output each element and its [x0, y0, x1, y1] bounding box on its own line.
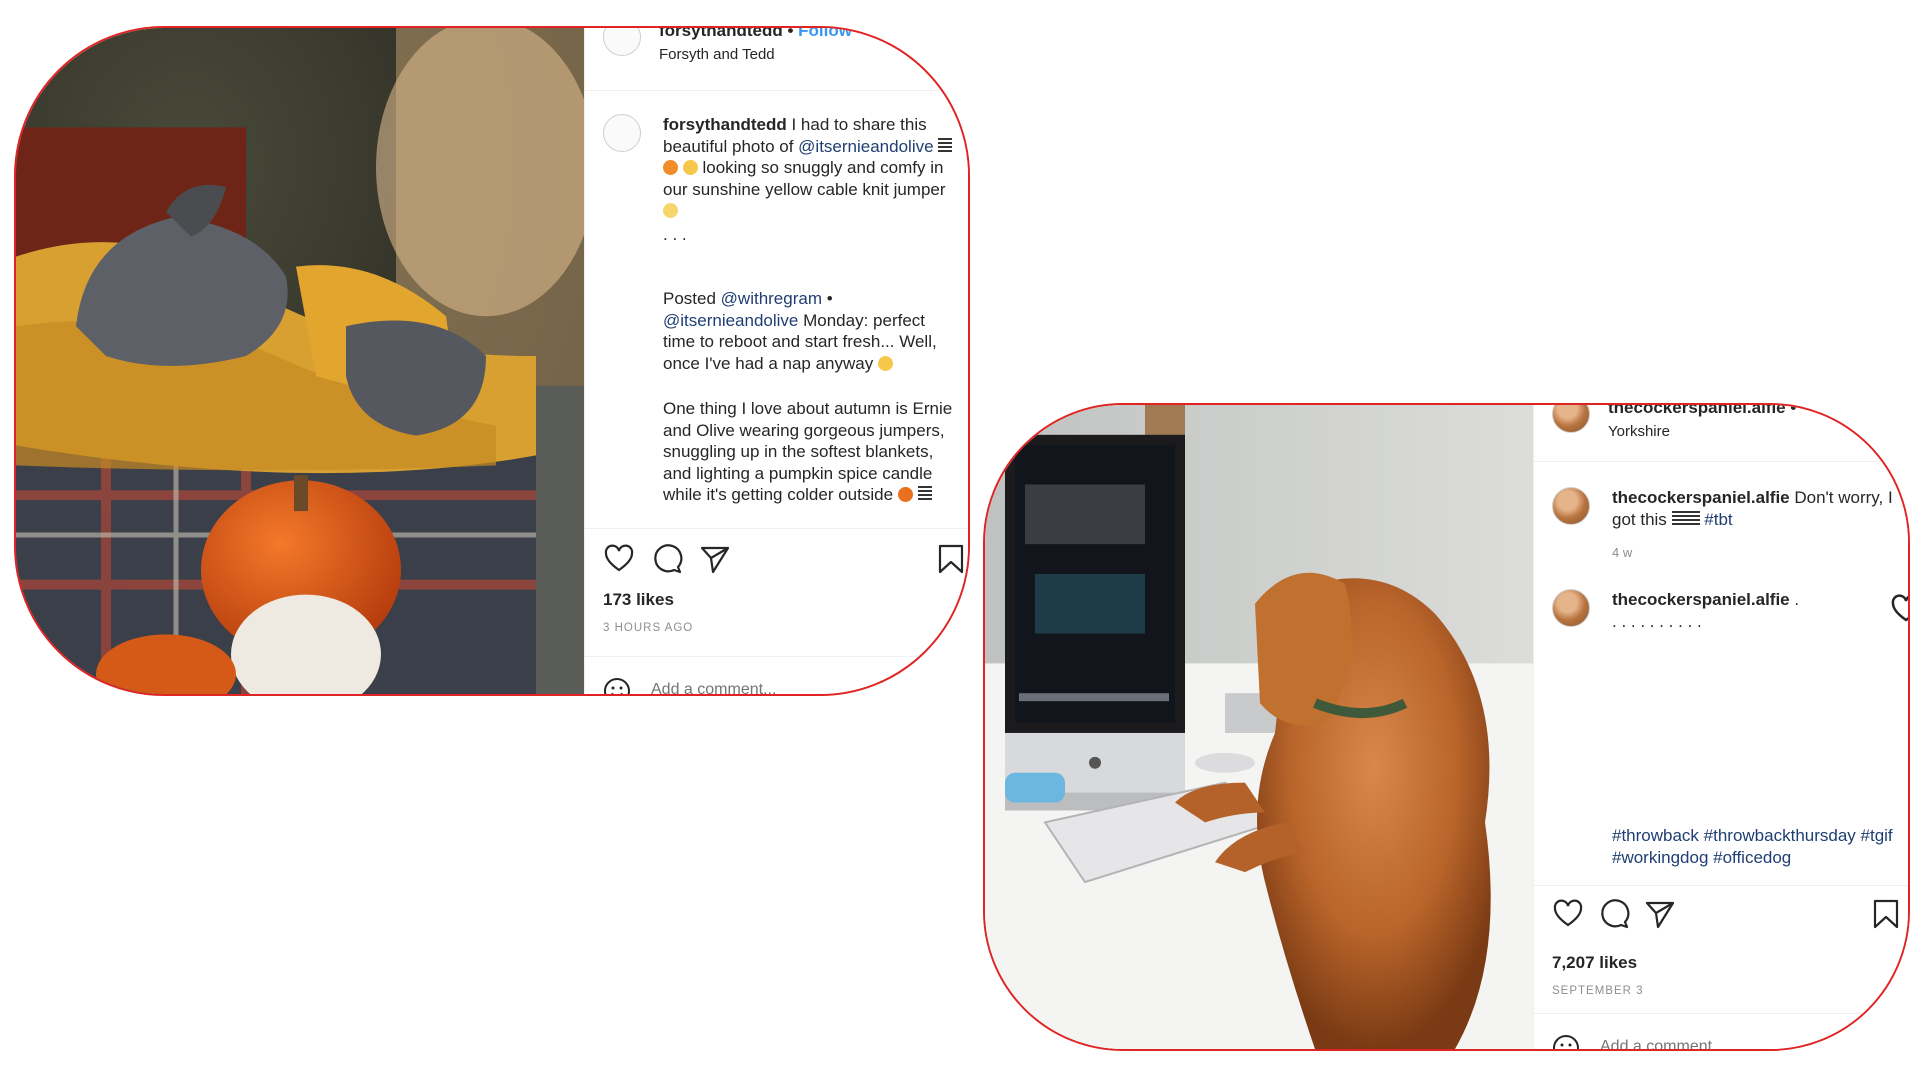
flag-emoji — [938, 137, 953, 154]
caption-dots: . . . — [663, 225, 687, 244]
mention-link[interactable]: @itsernieandolive — [663, 311, 798, 330]
comment-text: thecockerspaniel.alfie . — [1612, 590, 1800, 609]
post-photo-dog-sleeping[interactable] — [16, 28, 584, 694]
dot-separator: • — [787, 26, 799, 40]
pumpkin-emoji — [897, 487, 913, 502]
like-comment-heart-icon[interactable] — [1890, 593, 1908, 622]
caption-text: forsythandtedd I had to share this beaut… — [663, 114, 960, 222]
hashtag-link[interactable]: #tbt — [1704, 510, 1732, 529]
post-username[interactable]: thecockerspaniel.alfie — [1608, 405, 1786, 417]
comment-input[interactable] — [651, 681, 911, 694]
post-location[interactable]: Forsyth and Tedd — [659, 46, 775, 63]
comment-box — [585, 656, 968, 694]
avatar[interactable] — [1552, 405, 1590, 433]
action-bar — [585, 528, 968, 589]
bookmark-icon[interactable] — [1870, 898, 1902, 930]
avatar[interactable] — [603, 28, 641, 56]
heart-icon[interactable] — [1552, 898, 1584, 930]
action-bar — [1534, 885, 1908, 946]
post-header: thecockerspaniel.alfie • Yorkshire — [1534, 405, 1908, 462]
smiley-icon[interactable] — [603, 677, 631, 694]
flag-emoji — [917, 486, 932, 502]
caption-dots: . . . . . . . . . . — [1612, 612, 1702, 631]
comment-input[interactable] — [1600, 1038, 1860, 1049]
comment-icon[interactable] — [1598, 898, 1630, 930]
post-username[interactable]: forsythandtedd — [659, 28, 783, 40]
avatar[interactable] — [1552, 487, 1590, 525]
comment-box — [1534, 1013, 1908, 1049]
hashtag-list[interactable]: #throwback #throwbackthursday #tgif #wor… — [1612, 825, 1896, 868]
comment-username[interactable]: thecockerspaniel.alfie — [1612, 590, 1790, 609]
likes-count[interactable]: 7,207 likes — [1552, 953, 1637, 973]
share-icon[interactable] — [699, 543, 731, 575]
caption-age[interactable]: 4 w — [1612, 545, 1632, 560]
post-location[interactable]: Yorkshire — [1608, 423, 1670, 440]
likes-count[interactable]: 173 likes — [603, 590, 674, 610]
caption-username[interactable]: thecockerspaniel.alfie — [1612, 488, 1790, 507]
post-photo-dog-at-computer[interactable] — [985, 405, 1533, 1049]
caption-text: thecockerspaniel.alfie Don't worry, I go… — [1612, 488, 1893, 529]
caption-username[interactable]: forsythandtedd — [663, 115, 787, 134]
post-side-panel: thecockerspaniel.alfie • Yorkshire theco… — [1533, 405, 1908, 1049]
avatar[interactable] — [603, 114, 641, 152]
follow-button[interactable]: Follow — [798, 28, 852, 40]
caption-paragraph-2: One thing I love about autumn is Ernie a… — [663, 399, 953, 504]
sleepy-face-emoji — [877, 355, 893, 371]
repost-text: Posted @withregram • @itsernieandolive M… — [663, 289, 937, 373]
post-timestamp[interactable]: 3 HOURS AGO — [603, 622, 693, 634]
yellow-heart-emoji — [682, 160, 698, 175]
dot-separator: • — [1790, 403, 1797, 417]
share-icon[interactable] — [1644, 898, 1676, 930]
flag-emoji — [1685, 510, 1700, 527]
flag-emoji — [1671, 510, 1686, 527]
instagram-post-forsythandtedd: forsythandtedd • Follow Forsyth and Tedd… — [14, 26, 970, 696]
smiley-icon[interactable] — [1552, 1034, 1580, 1049]
sparkles-emoji — [663, 203, 678, 218]
orange-heart-emoji — [663, 160, 678, 175]
post-header: forsythandtedd • Follow Forsyth and Tedd — [585, 28, 968, 91]
comment-icon[interactable] — [651, 543, 683, 575]
post-timestamp[interactable]: SEPTEMBER 3 — [1552, 985, 1644, 997]
bookmark-icon[interactable] — [935, 543, 967, 575]
post-side-panel: forsythandtedd • Follow Forsyth and Tedd… — [584, 28, 968, 694]
mention-link[interactable]: @itsernieandolive — [798, 137, 933, 156]
heart-icon[interactable] — [603, 543, 635, 575]
mention-link[interactable]: @withregram — [721, 289, 822, 308]
avatar[interactable] — [1552, 589, 1590, 627]
instagram-post-thecockerspaniel: thecockerspaniel.alfie • Yorkshire theco… — [983, 403, 1910, 1051]
